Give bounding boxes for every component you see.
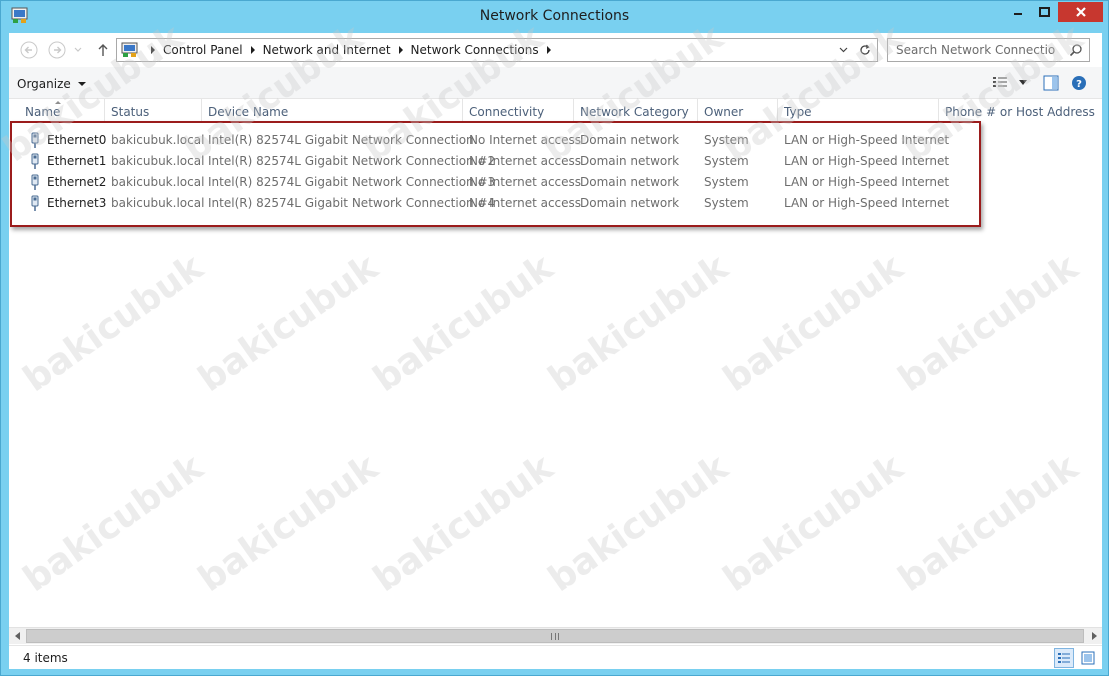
- svg-text:?: ?: [1076, 79, 1082, 90]
- address-history-button[interactable]: [836, 44, 850, 56]
- chevron-left-icon: [14, 632, 20, 640]
- title-bar[interactable]: Network Connections: [1, 1, 1108, 33]
- minimize-icon: [1013, 13, 1022, 15]
- column-header-label: Phone # or Host Address: [945, 105, 1095, 119]
- item-count: 4 items: [23, 651, 68, 665]
- column-header-label: Name: [25, 105, 61, 119]
- breadcrumb-separator-icon[interactable]: [546, 46, 551, 54]
- column-header-phone-or-host-address[interactable]: Phone # or Host Address: [939, 99, 1097, 123]
- organize-menu-button[interactable]: Organize: [17, 75, 86, 93]
- scrollbar-grip-icon: [551, 633, 559, 640]
- maximize-button[interactable]: [1031, 2, 1058, 22]
- help-icon[interactable]: ?: [1071, 75, 1087, 91]
- search-box[interactable]: [887, 38, 1090, 62]
- up-button[interactable]: [93, 40, 113, 60]
- search-input[interactable]: [888, 39, 1063, 61]
- command-bar: Organize ?: [9, 67, 1102, 99]
- back-arrow-icon: [20, 41, 38, 59]
- up-arrow-icon: [98, 44, 108, 56]
- highlight-box: [10, 121, 981, 227]
- column-header-name[interactable]: Name: [19, 99, 105, 123]
- sort-ascending-icon: [55, 101, 61, 104]
- minimize-button[interactable]: [1004, 2, 1031, 22]
- large-icons-view-button[interactable]: [1078, 648, 1098, 668]
- column-header-device-name[interactable]: Device Name: [202, 99, 463, 123]
- column-header-owner[interactable]: Owner: [698, 99, 778, 123]
- scroll-left-button[interactable]: [9, 628, 26, 644]
- breadcrumb-separator-icon[interactable]: [151, 46, 155, 54]
- organize-label: Organize: [17, 77, 71, 91]
- column-header-type[interactable]: Type: [778, 99, 939, 123]
- address-bar[interactable]: Control Panel Network and Internet Netwo…: [116, 38, 878, 62]
- view-options-chevron-icon[interactable]: [1019, 80, 1027, 86]
- dropdown-arrow-icon: [77, 82, 86, 86]
- maximize-icon: [1039, 7, 1050, 17]
- chevron-down-icon: [74, 47, 82, 52]
- navigation-bar: Control Panel Network and Internet Netwo…: [9, 33, 1102, 67]
- horizontal-scrollbar[interactable]: [9, 627, 1102, 644]
- recent-locations-button[interactable]: [72, 40, 84, 60]
- column-header-label: Network Category: [580, 105, 689, 119]
- column-header-label: Type: [784, 105, 812, 119]
- column-header-connectivity[interactable]: Connectivity: [463, 99, 574, 123]
- large-icons-view-icon: [1081, 651, 1095, 665]
- search-icon[interactable]: [1069, 43, 1083, 57]
- explorer-client-area: Control Panel Network and Internet Netwo…: [0, 17, 1102, 669]
- back-button[interactable]: [19, 40, 39, 60]
- status-bar: 4 items: [9, 645, 1102, 669]
- column-header-label: Owner: [704, 105, 744, 119]
- column-header-label: Connectivity: [469, 105, 545, 119]
- column-header-status[interactable]: Status: [105, 99, 202, 123]
- connections-list: Name Status Device Name Connectivity Net…: [9, 99, 1102, 627]
- preview-pane-icon[interactable]: [1043, 75, 1059, 91]
- forward-arrow-icon: [48, 41, 66, 59]
- window-title: Network Connections: [479, 8, 630, 24]
- column-header-label: Device Name: [208, 105, 289, 119]
- chevron-down-icon: [839, 47, 847, 53]
- column-header-label: Status: [111, 105, 150, 119]
- breadcrumb-control-panel[interactable]: Control Panel: [163, 43, 243, 57]
- breadcrumb-network-connections[interactable]: Network Connections: [411, 43, 539, 57]
- change-view-icon[interactable]: [992, 76, 1008, 90]
- explorer-window: Network Connections Control Panel Networ…: [0, 0, 1109, 676]
- forward-button[interactable]: [47, 40, 67, 60]
- close-button[interactable]: [1058, 2, 1103, 22]
- scroll-right-button[interactable]: [1085, 628, 1102, 644]
- refresh-icon: [860, 44, 870, 55]
- details-view-button[interactable]: [1054, 648, 1074, 668]
- scrollbar-thumb[interactable]: [26, 629, 1084, 643]
- breadcrumb-separator-icon[interactable]: [250, 46, 255, 54]
- column-header-network-category[interactable]: Network Category: [574, 99, 698, 123]
- details-view-icon: [1058, 653, 1070, 663]
- breadcrumb: Control Panel Network and Internet Netwo…: [143, 43, 559, 57]
- close-icon: [1075, 7, 1086, 17]
- refresh-button[interactable]: [857, 43, 873, 57]
- chevron-right-icon: [1091, 632, 1097, 640]
- control-panel-icon: [121, 42, 138, 57]
- breadcrumb-separator-icon[interactable]: [398, 46, 403, 54]
- breadcrumb-network-and-internet[interactable]: Network and Internet: [263, 43, 391, 57]
